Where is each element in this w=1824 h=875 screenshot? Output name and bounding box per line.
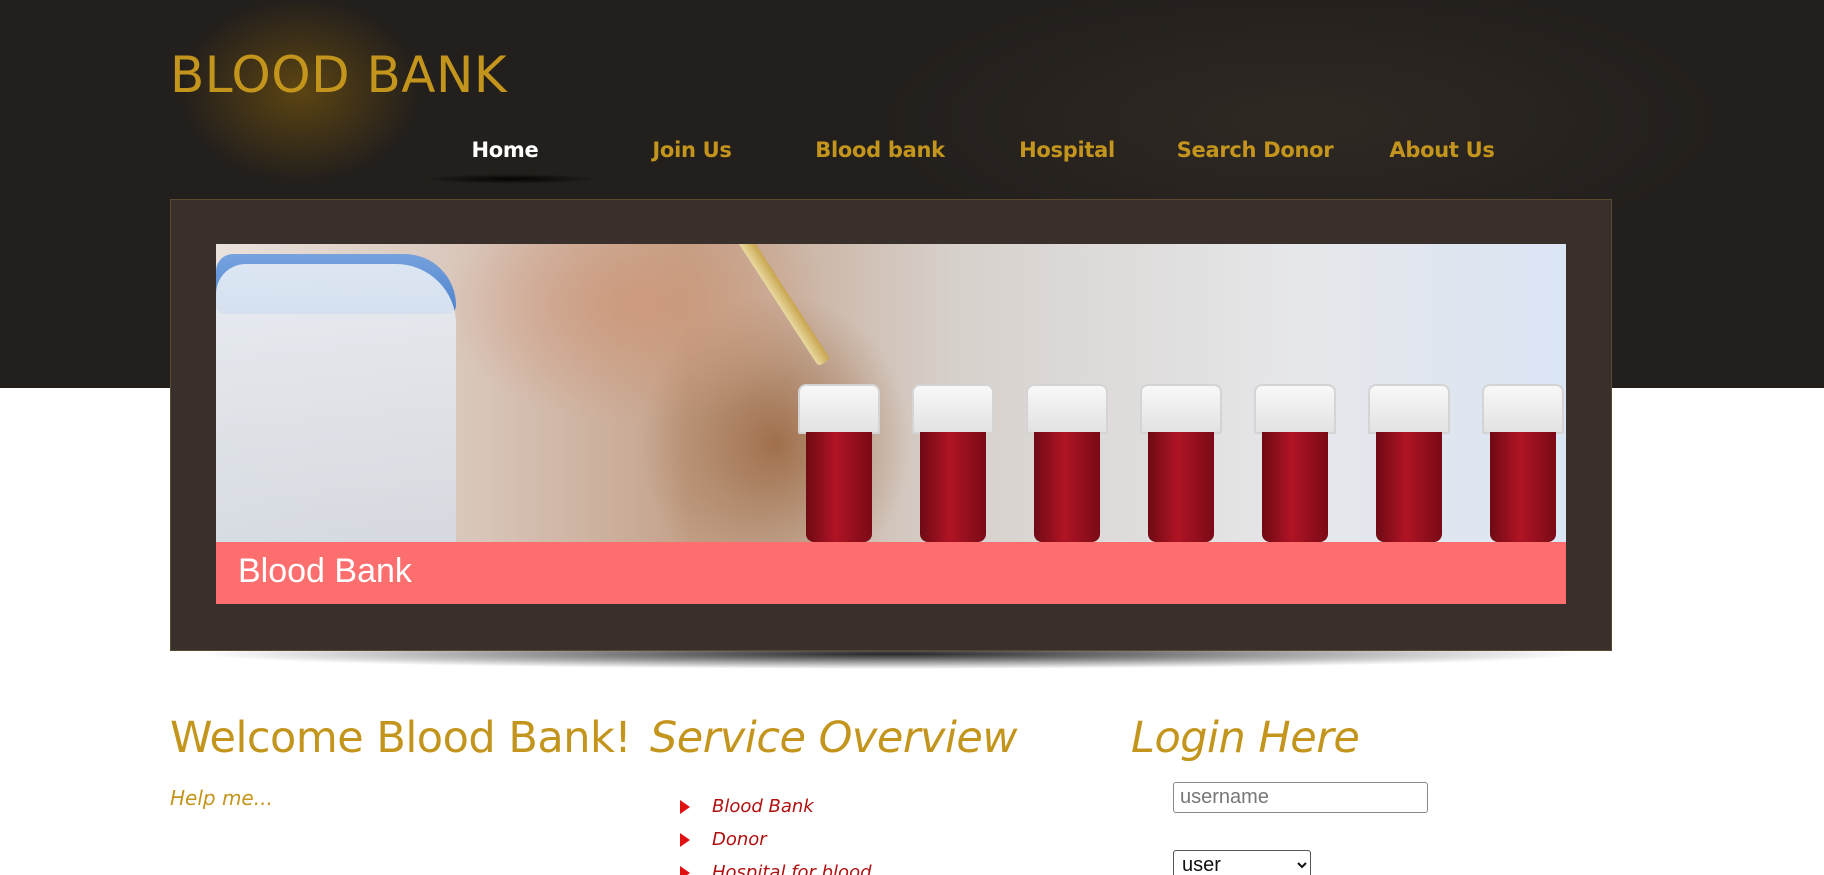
bottle-graphic	[216, 264, 456, 542]
nav-label: Home	[471, 138, 539, 162]
blood-tube-graphic	[1140, 384, 1222, 542]
welcome-text: Help me...	[170, 786, 273, 810]
nav-label: About Us	[1389, 138, 1495, 162]
nav-label: Join Us	[652, 138, 732, 162]
service-item-hospital[interactable]: Hospital for blood	[680, 862, 872, 875]
login-title: Login Here	[1131, 713, 1360, 763]
service-item-blood-bank[interactable]: Blood Bank	[680, 796, 872, 829]
blood-tube-graphic	[912, 384, 994, 542]
pipette-graphic	[726, 244, 831, 367]
nav-label: Blood bank	[815, 138, 945, 162]
service-item-label: Blood Bank	[712, 796, 814, 817]
service-item-label: Donor	[712, 829, 767, 850]
username-input[interactable]	[1173, 782, 1428, 813]
blood-tube-graphic	[798, 384, 880, 542]
nav-label: Search Donor	[1176, 138, 1334, 162]
nav-item-search-donor[interactable]: Search Donor	[1160, 138, 1350, 178]
nav-label: Hospital	[1019, 138, 1115, 162]
blood-tube-graphic	[1254, 384, 1336, 542]
banner-caption-bar: Blood Bank	[216, 542, 1566, 604]
triangle-bullet-icon	[680, 833, 690, 847]
nav-item-join-us[interactable]: Join Us	[597, 138, 787, 178]
service-list: Blood Bank Donor Hospital for blood	[680, 796, 872, 875]
blood-tube-graphic	[1026, 384, 1108, 542]
blood-tube-graphic	[1368, 384, 1450, 542]
triangle-bullet-icon	[680, 866, 690, 875]
service-item-donor[interactable]: Donor	[680, 829, 872, 862]
nav-item-hospital[interactable]: Hospital	[972, 138, 1162, 178]
service-item-label: Hospital for blood	[712, 862, 872, 875]
site-logo[interactable]: BLOOD BANK	[170, 46, 507, 104]
banner-image	[216, 244, 1566, 542]
triangle-bullet-icon	[680, 800, 690, 814]
role-select[interactable]: user	[1173, 850, 1311, 875]
nav-item-about-us[interactable]: About Us	[1347, 138, 1537, 178]
main-nav: Home Join Us Blood bank Hospital Search …	[410, 138, 1580, 184]
nav-item-blood-bank[interactable]: Blood bank	[785, 138, 975, 178]
blood-tube-graphic	[1482, 384, 1564, 542]
banner-caption: Blood Bank	[238, 552, 412, 590]
nav-item-home[interactable]: Home	[410, 138, 600, 184]
service-overview-title: Service Overview	[650, 713, 1018, 763]
welcome-title: Welcome Blood Bank!	[170, 713, 632, 763]
nav-active-indicator	[420, 174, 600, 184]
